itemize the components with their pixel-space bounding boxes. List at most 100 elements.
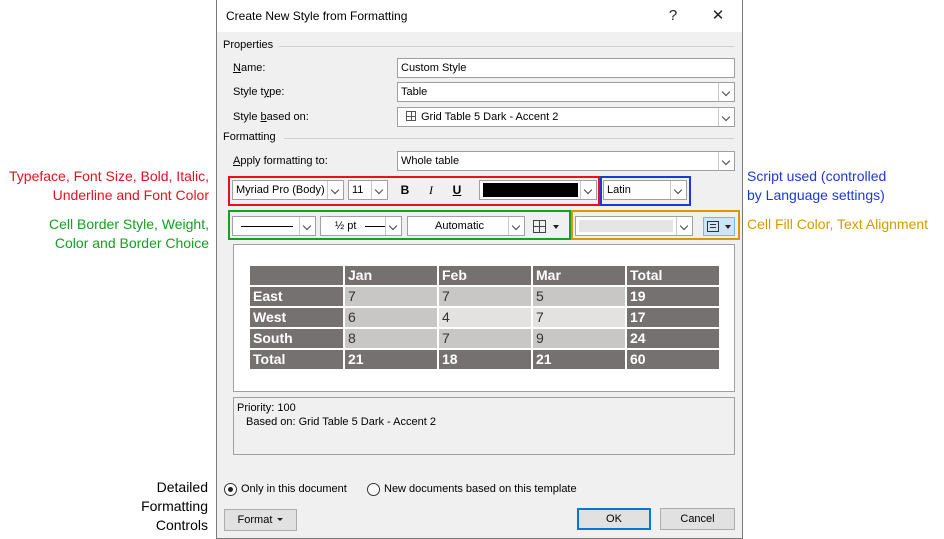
cell-fill-select[interactable] xyxy=(575,216,693,236)
chevron-down-icon xyxy=(553,225,559,229)
annotation-script-line2: by Language settings) xyxy=(747,187,885,203)
chevron-down-icon xyxy=(718,83,734,101)
preview-row-header: Total xyxy=(248,348,345,371)
preview-total-cell: 17 xyxy=(625,306,721,329)
fill-color-swatch xyxy=(579,220,673,232)
border-color-value: Automatic xyxy=(435,220,484,232)
chevron-down-icon xyxy=(670,181,686,199)
style-type-label: Style type: xyxy=(233,86,285,98)
create-style-dialog: Create New Style from Formatting ? ✕ Pro… xyxy=(216,0,743,539)
preview-total-cell: 21 xyxy=(531,348,627,371)
border-weight-select[interactable]: ½ pt xyxy=(320,216,402,236)
chevron-down-icon xyxy=(371,181,387,199)
help-button[interactable]: ? xyxy=(658,4,688,28)
script-select[interactable]: Latin xyxy=(603,180,687,200)
annotation-typeface: Typeface, Font Size, Bold, Italic, Under… xyxy=(0,167,209,205)
align-icon xyxy=(707,221,719,232)
preview-cell: 7 xyxy=(437,327,533,350)
style-based-label: Style based on: xyxy=(233,111,309,123)
style-type-value: Table xyxy=(401,86,428,98)
annotation-typeface-line2: Underline and Font Color xyxy=(52,187,209,203)
font-color-select[interactable] xyxy=(479,180,597,200)
chevron-down-icon xyxy=(718,152,734,170)
style-based-select[interactable]: Grid Table 5 Dark - Accent 2 xyxy=(397,107,735,127)
annotation-border-line1: Cell Border Style, Weight, xyxy=(48,216,209,232)
style-type-select[interactable]: Table xyxy=(397,82,735,102)
cancel-button[interactable]: Cancel xyxy=(660,508,735,530)
font-name-select[interactable]: Myriad Pro (Body) xyxy=(232,180,344,200)
properties-divider xyxy=(279,46,734,47)
annotation-detailed-line2: Formatting xyxy=(141,498,208,514)
formatting-heading: Formatting xyxy=(223,131,276,143)
script-value: Latin xyxy=(607,184,631,196)
font-size-value: 11 xyxy=(352,184,364,196)
chevron-down-icon xyxy=(277,518,284,521)
apply-value: Whole table xyxy=(401,155,460,167)
preview-cell: 9 xyxy=(531,327,627,350)
preview-row-header: West xyxy=(248,306,345,329)
formatting-divider xyxy=(284,138,734,139)
table-grid-icon xyxy=(406,111,416,121)
preview-header-cell: Mar xyxy=(531,264,627,287)
chevron-down-icon xyxy=(676,217,692,235)
preview-header-cell: Total xyxy=(625,264,721,287)
new-documents-radio[interactable] xyxy=(367,483,380,496)
preview-row: South 8 7 9 24 xyxy=(248,327,721,350)
properties-heading: Properties xyxy=(223,39,274,51)
apply-label: Apply formatting to: xyxy=(233,155,328,167)
underline-button[interactable]: U xyxy=(446,180,468,200)
annotation-fill: Cell Fill Color, Text Alignment xyxy=(747,216,929,232)
dialog-title: Create New Style from Formatting xyxy=(226,9,408,23)
preview-header-cell xyxy=(248,264,345,287)
preview-cell: 7 xyxy=(437,285,533,308)
description-priority: Priority: 100 xyxy=(237,402,296,414)
name-input[interactable]: Custom Style xyxy=(397,58,735,78)
preview-cell: 7 xyxy=(531,306,627,329)
border-weight-value: ½ pt xyxy=(335,220,357,232)
chevron-down-icon xyxy=(718,108,734,126)
chevron-down-icon xyxy=(508,217,524,235)
description-based-on: Based on: Grid Table 5 Dark - Accent 2 xyxy=(246,416,436,428)
border-line-icon xyxy=(241,226,293,227)
preview-header-cell: Jan xyxy=(343,264,439,287)
chevron-down-icon xyxy=(580,181,596,199)
chevron-down-icon xyxy=(327,181,343,199)
border-style-select[interactable] xyxy=(232,216,316,236)
format-button[interactable]: Format xyxy=(224,509,297,531)
preview-row-header: East xyxy=(248,285,345,308)
border-color-select[interactable]: Automatic xyxy=(407,216,525,236)
preview-cell: 8 xyxy=(343,327,439,350)
preview-table: Jan Feb Mar Total East 7 7 5 19 West 6 4… xyxy=(248,264,721,371)
preview-cell: 6 xyxy=(343,306,439,329)
only-this-document-label[interactable]: Only in this document xyxy=(241,483,347,495)
new-documents-label[interactable]: New documents based on this template xyxy=(384,483,577,495)
preview-cell: 5 xyxy=(531,285,627,308)
annotation-detailed-line1: Detailed xyxy=(156,479,208,495)
preview-header-row: Jan Feb Mar Total xyxy=(248,264,721,287)
annotation-script: Script used (controlled by Language sett… xyxy=(747,167,942,205)
ok-button[interactable]: OK xyxy=(577,508,651,530)
apply-select[interactable]: Whole table xyxy=(397,151,735,171)
font-name-value: Myriad Pro (Body) xyxy=(236,184,325,196)
chevron-down-icon xyxy=(725,225,731,229)
text-alignment-button[interactable] xyxy=(703,217,735,236)
chevron-down-icon xyxy=(299,217,315,235)
preview-total-cell: 21 xyxy=(343,348,439,371)
preview-total-cell: 18 xyxy=(437,348,533,371)
style-based-value: Grid Table 5 Dark - Accent 2 xyxy=(421,111,559,123)
preview-header-cell: Feb xyxy=(437,264,533,287)
all-borders-icon xyxy=(533,220,546,233)
format-button-label: Format xyxy=(237,514,273,526)
border-weight-line-icon xyxy=(365,226,385,227)
bold-button[interactable]: B xyxy=(394,180,416,200)
only-this-document-radio[interactable] xyxy=(224,483,237,496)
name-label: Name: xyxy=(233,62,266,74)
annotation-detailed: Detailed Formatting Controls xyxy=(88,478,208,535)
preview-row-header: South xyxy=(248,327,345,350)
italic-button[interactable]: I xyxy=(420,180,442,200)
font-size-select[interactable]: 11 xyxy=(348,180,388,200)
border-choice-button[interactable] xyxy=(531,218,565,236)
preview-cell: 7 xyxy=(343,285,439,308)
close-button[interactable]: ✕ xyxy=(703,4,733,28)
chevron-down-icon xyxy=(385,217,401,235)
